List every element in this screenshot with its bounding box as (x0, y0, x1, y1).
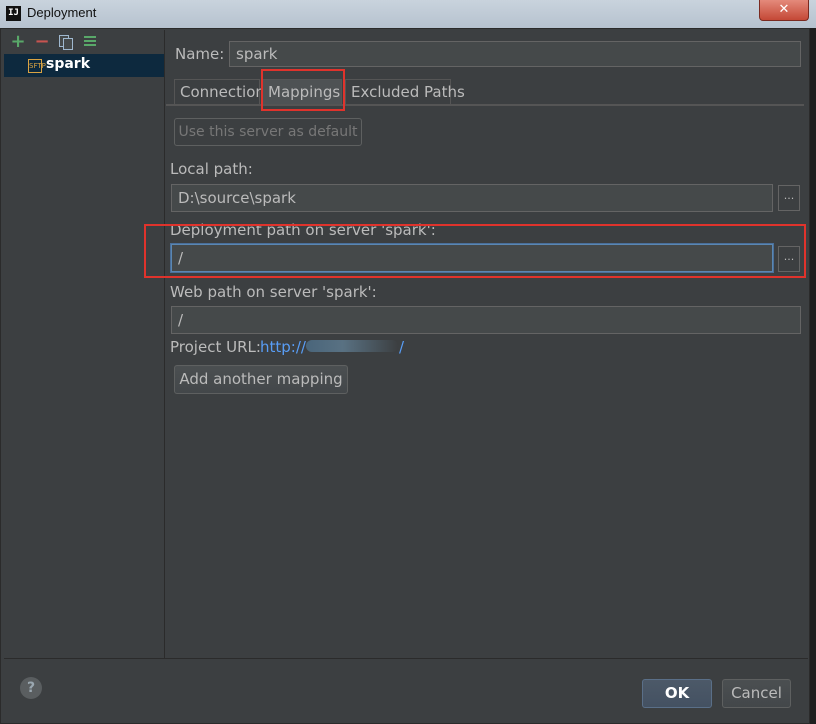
window-title: Deployment (27, 5, 97, 20)
redacted-host (306, 340, 398, 352)
tab-connection[interactable]: Connection (174, 79, 265, 105)
background-strip (810, 28, 816, 724)
server-list-panel: + − SFTP spark (4, 30, 165, 658)
title-bar: IJ Deployment ✕ (0, 0, 816, 29)
footer-divider (4, 658, 808, 659)
server-label: spark (46, 56, 91, 72)
web-path-label: Web path on server 'spark': (170, 283, 377, 301)
project-url-label: Project URL: (170, 338, 261, 356)
web-path-input[interactable]: / (171, 306, 801, 334)
local-path-label: Local path: (170, 160, 253, 178)
highlight-box-deployment-path (144, 224, 806, 278)
plus-icon[interactable]: + (10, 33, 26, 51)
set-default-icon[interactable] (82, 34, 98, 50)
minus-icon[interactable]: − (34, 33, 50, 51)
close-button[interactable]: ✕ (759, 0, 809, 21)
project-url-suffix[interactable]: / (399, 338, 404, 356)
cancel-button[interactable]: Cancel (722, 679, 791, 708)
server-list-item[interactable]: SFTP spark (4, 54, 164, 77)
help-icon[interactable]: ? (20, 677, 42, 699)
name-input[interactable]: spark (229, 41, 801, 67)
tab-excluded-paths[interactable]: Excluded Paths (345, 79, 465, 105)
ok-button[interactable]: OK (642, 679, 712, 708)
local-path-input[interactable]: D:\source\spark (171, 184, 773, 212)
name-label: Name: (175, 45, 225, 63)
highlight-box-mappings (261, 69, 345, 111)
add-mapping-button[interactable]: Add another mapping (174, 365, 348, 394)
use-as-default-button[interactable]: Use this server as default (174, 118, 362, 146)
server-icon: SFTP (28, 59, 46, 73)
app-icon: IJ (6, 6, 21, 21)
local-path-browse-button[interactable]: ... (778, 185, 800, 211)
project-url-link[interactable]: http:// (260, 338, 306, 356)
copy-icon[interactable] (58, 34, 74, 50)
